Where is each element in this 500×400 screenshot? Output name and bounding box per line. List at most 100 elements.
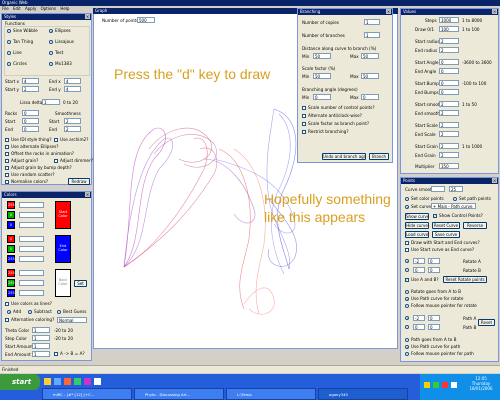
start-green-slider[interactable]	[19, 212, 44, 218]
angle-min-input[interactable]: 0	[313, 94, 331, 100]
alternate-clockwise-checkbox[interactable]	[302, 114, 306, 118]
adjust-grain-checkbox[interactable]	[5, 159, 9, 163]
radio-circles[interactable]	[7, 62, 11, 66]
end-red-swatch[interactable]: 0	[7, 235, 15, 243]
redraw-button[interactable]: Redraw	[68, 178, 90, 185]
end-scale-input[interactable]: 2	[439, 131, 459, 137]
start-angle-input[interactable]: 0	[439, 59, 459, 65]
alt-coloring-checkbox[interactable]	[5, 318, 9, 322]
start-red-slider[interactable]	[19, 202, 44, 208]
start-as-end-checkbox[interactable]	[405, 248, 409, 252]
normalise-colors-checkbox[interactable]	[5, 180, 9, 184]
dist-min-input[interactable]: 50	[313, 53, 331, 59]
colors-as-lines-checkbox[interactable]	[5, 302, 9, 306]
hide-curve-button[interactable]: Hide curve	[405, 222, 429, 229]
rocks-end-input[interactable]: 0	[22, 126, 39, 132]
start-grain-input[interactable]: 2	[439, 143, 459, 149]
subtract-radio[interactable]	[28, 310, 32, 314]
start-radius-input[interactable]: 2	[439, 38, 459, 44]
colors-title-bar[interactable]: Colors ×	[2, 192, 91, 198]
scale-control-points-checkbox[interactable]	[302, 106, 306, 110]
idi-style-checkbox[interactable]	[5, 138, 9, 142]
path-b-input-1[interactable]: 0	[413, 324, 425, 330]
radio-line[interactable]	[7, 51, 11, 55]
use-path-curve-radio[interactable]	[405, 345, 409, 349]
set-path-points-radio[interactable]	[453, 197, 457, 201]
back-green-slider[interactable]	[19, 280, 44, 286]
best-guess-radio[interactable]	[57, 310, 61, 314]
use-path-rotate-radio[interactable]	[405, 297, 409, 301]
draw-input[interactable]: 100	[439, 26, 459, 32]
branching-title-bar[interactable]: Branching ×	[298, 9, 392, 15]
follow-mouse-rotate-radio[interactable]	[405, 304, 409, 308]
start-blue-swatch[interactable]: 0	[7, 221, 15, 229]
radio-ellipses[interactable]	[49, 29, 53, 33]
end-blue-swatch[interactable]: 255	[7, 255, 15, 263]
start-bumps-input[interactable]: 0	[439, 80, 459, 86]
end-grain-input[interactable]: 2	[439, 152, 459, 158]
quick-launch-icon[interactable]	[64, 378, 71, 385]
tray-icon[interactable]	[451, 382, 457, 388]
menu-edit[interactable]: Edit	[13, 6, 21, 11]
radio-test[interactable]	[49, 51, 53, 55]
menu-apply[interactable]: Apply	[25, 6, 36, 11]
rocks-start-input[interactable]: 0	[22, 118, 39, 124]
menu-options[interactable]: Options	[41, 6, 56, 11]
branch-button[interactable]: Branch	[369, 153, 389, 160]
end-bumps-input[interactable]: 0	[439, 89, 459, 95]
load-curve-button[interactable]: Load curve	[405, 231, 429, 238]
points-title-bar[interactable]: Points ×	[401, 178, 498, 184]
start-x-input[interactable]: 4	[22, 78, 39, 84]
scale-min-input[interactable]: 50	[313, 73, 331, 79]
path-b-radio[interactable]	[405, 325, 409, 329]
quick-launch-icon[interactable]	[74, 378, 81, 385]
tray-icon[interactable]	[424, 382, 430, 388]
back-green-swatch[interactable]: 255	[7, 279, 15, 287]
radio-tan-thing[interactable]	[7, 40, 11, 44]
end-amount-input[interactable]: 1	[32, 351, 50, 357]
theta-input[interactable]: 1	[32, 327, 50, 333]
menu-file[interactable]: File	[2, 6, 9, 11]
close-icon[interactable]: ×	[85, 192, 90, 197]
draw-start-end-checkbox[interactable]	[405, 241, 409, 245]
clock[interactable]: 12:05 Thursday 18/01/2006	[464, 376, 498, 391]
close-icon[interactable]: ×	[85, 14, 90, 19]
set-curve-radio[interactable]	[405, 205, 409, 209]
restrict-branching-checkbox[interactable]	[302, 130, 306, 134]
smooth-start-input[interactable]: 2	[64, 118, 81, 124]
random-scatter-checkbox[interactable]	[5, 173, 9, 177]
back-color-preview[interactable]: Back Color	[55, 269, 71, 297]
scale-max-input[interactable]: 50	[361, 73, 379, 79]
back-red-swatch[interactable]: 255	[7, 269, 15, 277]
reset-path-button[interactable]: Reset	[478, 319, 495, 326]
rotate-a-radio[interactable]	[405, 259, 409, 263]
angle-max-input[interactable]: 0	[361, 94, 379, 100]
copies-input[interactable]: 1	[364, 19, 380, 25]
radio-sine-wibble[interactable]	[7, 29, 11, 33]
save-curve-button[interactable]: Save curve	[432, 231, 460, 238]
smoothing-input[interactable]: 25	[449, 186, 463, 192]
task-phyto[interactable]: Phyto - Discussing Art...	[134, 388, 224, 400]
curve-select[interactable]: + Main - Path curve	[431, 203, 476, 209]
use-a-and-b-checkbox[interactable]	[405, 277, 409, 282]
task-mirc[interactable]: mIRC - [#* [12] [+C...	[42, 388, 132, 400]
end-green-swatch[interactable]: 0	[7, 245, 15, 253]
end-angle-input[interactable]: 0	[439, 68, 459, 74]
end-radius-input[interactable]: 2	[439, 47, 459, 53]
end-x-input[interactable]: 4	[64, 78, 81, 84]
quick-launch-icon[interactable]	[54, 378, 61, 385]
step-input[interactable]: 1	[32, 335, 50, 341]
show-control-points-checkbox[interactable]	[433, 213, 437, 218]
reset-curve-button[interactable]: Reset Curve	[432, 222, 460, 229]
set-button[interactable]: Set	[74, 280, 87, 287]
quick-launch-icon[interactable]	[84, 378, 91, 385]
steps-input[interactable]: 1000	[439, 17, 459, 23]
start-amount-input[interactable]: 1	[32, 343, 50, 349]
close-icon[interactable]: ×	[386, 9, 391, 14]
end-color-preview[interactable]: End Color	[55, 235, 71, 263]
start-y-input[interactable]: 2	[22, 86, 39, 92]
task-temp[interactable]: L:\Temp	[226, 388, 316, 400]
start-red-swatch[interactable]: 255	[7, 201, 15, 209]
styles-title-bar[interactable]: Styles ×	[2, 14, 91, 20]
rocks-input[interactable]: 0	[22, 110, 39, 116]
